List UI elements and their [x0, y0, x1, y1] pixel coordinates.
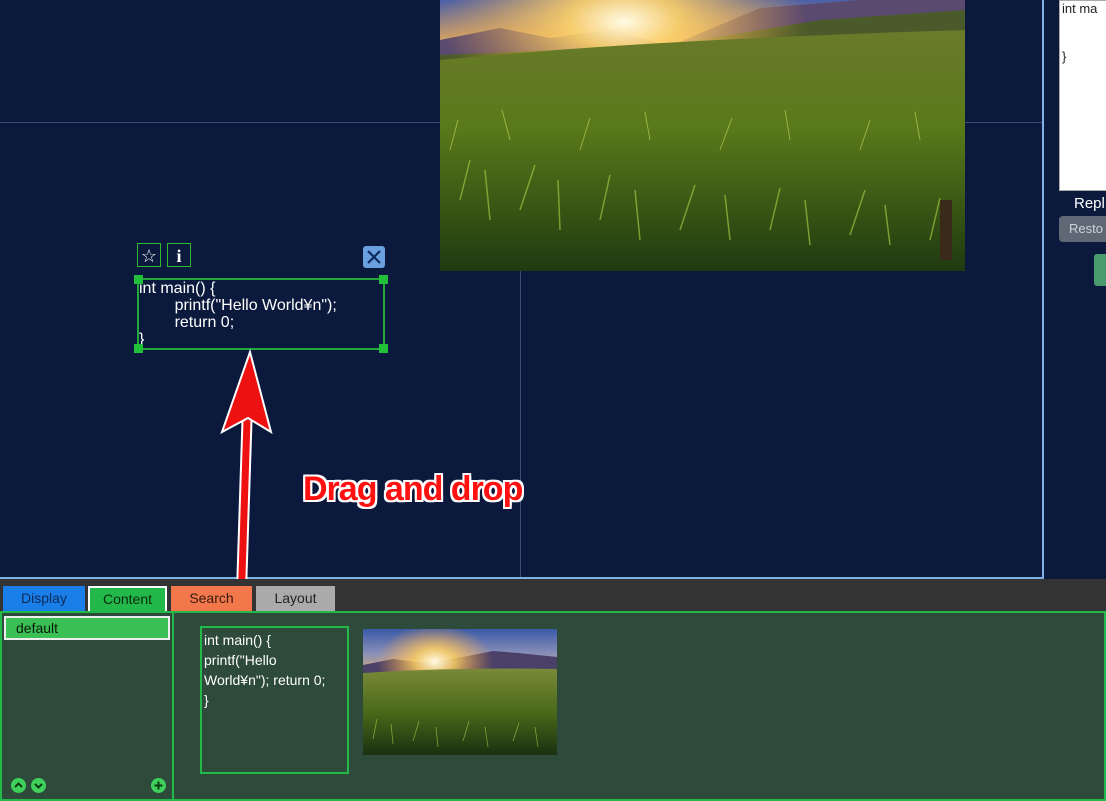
code-card-line: }	[204, 692, 209, 708]
code-card-line: printf("Hello	[204, 652, 277, 668]
resize-handle-top-right[interactable]	[379, 275, 388, 284]
snippet-line: printf("Hello World¥n");	[139, 297, 337, 314]
content-item-code[interactable]: int main() { printf("Hello World¥n"); re…	[200, 626, 349, 774]
tab-display[interactable]: Display	[3, 586, 85, 611]
move-up-icon[interactable]	[11, 778, 26, 793]
right-panel: int ma p r } Repl Resto	[1044, 0, 1106, 578]
snippet-line: return 0;	[139, 314, 235, 331]
move-down-icon[interactable]	[31, 778, 46, 793]
sunset-image	[440, 0, 965, 271]
tab-search[interactable]: Search	[171, 586, 252, 611]
category-item-default[interactable]: default	[4, 616, 170, 640]
resize-handle-bottom-right[interactable]	[379, 344, 388, 353]
bottom-panel: Display Content Search Layout default in…	[0, 579, 1106, 801]
code-snippet-content[interactable]: int main() { printf("Hello World¥n"); re…	[134, 275, 388, 353]
tab-layout[interactable]: Layout	[256, 586, 335, 611]
replace-label: Repl	[1074, 195, 1105, 212]
content-item-image[interactable]	[363, 629, 557, 755]
editor-line: }	[1062, 49, 1067, 64]
canvas-photo[interactable]	[440, 0, 965, 271]
snippet-line: int main() {	[139, 280, 216, 297]
resize-handle-bottom-left[interactable]	[134, 344, 143, 353]
editor-line: p	[1060, 17, 1106, 33]
resize-handle-top-left[interactable]	[134, 275, 143, 284]
sunset-thumbnail	[363, 629, 557, 755]
info-icon[interactable]: i	[167, 243, 191, 267]
add-icon[interactable]	[151, 778, 166, 793]
editor-line: r	[1060, 33, 1106, 49]
content-list-area: default int main() { printf("Hello World…	[0, 611, 1106, 801]
close-icon[interactable]	[363, 246, 385, 268]
code-card-line: int main() {	[204, 632, 271, 648]
star-icon[interactable]: ☆	[137, 243, 161, 267]
editor-line: int ma	[1062, 1, 1098, 16]
apply-button[interactable]	[1094, 254, 1106, 286]
code-card-line: World¥n"); return 0;	[204, 672, 326, 688]
snippet-line: }	[139, 331, 145, 348]
drag-and-drop-annotation: Drag and drop	[303, 470, 523, 508]
category-sidebar: default	[2, 613, 174, 799]
code-editor[interactable]: int ma p r }	[1059, 0, 1106, 191]
restore-button[interactable]: Resto	[1059, 216, 1106, 242]
tab-content[interactable]: Content	[88, 586, 167, 611]
